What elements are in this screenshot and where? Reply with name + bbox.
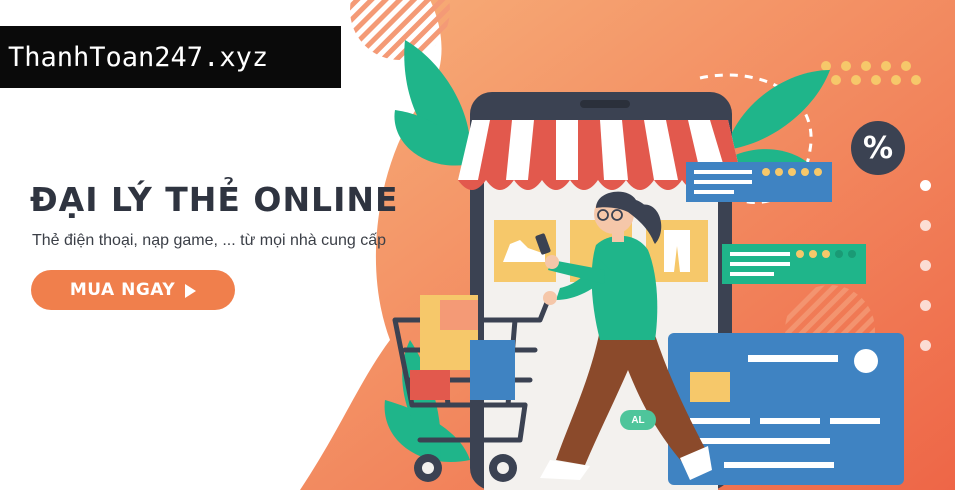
play-arrow-icon xyxy=(185,283,197,298)
carousel-dot[interactable] xyxy=(920,220,931,231)
carousel-dot[interactable] xyxy=(920,300,931,311)
buy-now-button[interactable]: MUA NGAY xyxy=(31,270,235,310)
logo-text: ThanhToan247.xyz xyxy=(8,41,269,73)
page-title: ĐẠI LÝ THẺ ONLINE xyxy=(30,180,399,219)
carousel-dot[interactable] xyxy=(920,260,931,271)
hero-banner: ThanhToan247.xyz ĐẠI LÝ THẺ ONLINE Thẻ đ… xyxy=(0,0,955,490)
buy-now-label: MUA NGAY xyxy=(69,280,176,300)
product-tag: AL xyxy=(620,410,656,430)
carousel-dot[interactable] xyxy=(920,340,931,351)
carousel-dot[interactable] xyxy=(920,180,931,191)
stripe-circle-top xyxy=(350,0,450,60)
percent-icon: % xyxy=(851,121,905,175)
site-logo[interactable]: ThanhToan247.xyz xyxy=(0,26,341,88)
carousel-dots xyxy=(920,180,931,380)
page-subtitle: Thẻ điện thoại, nạp game, ... từ mọi nhà… xyxy=(32,232,387,249)
